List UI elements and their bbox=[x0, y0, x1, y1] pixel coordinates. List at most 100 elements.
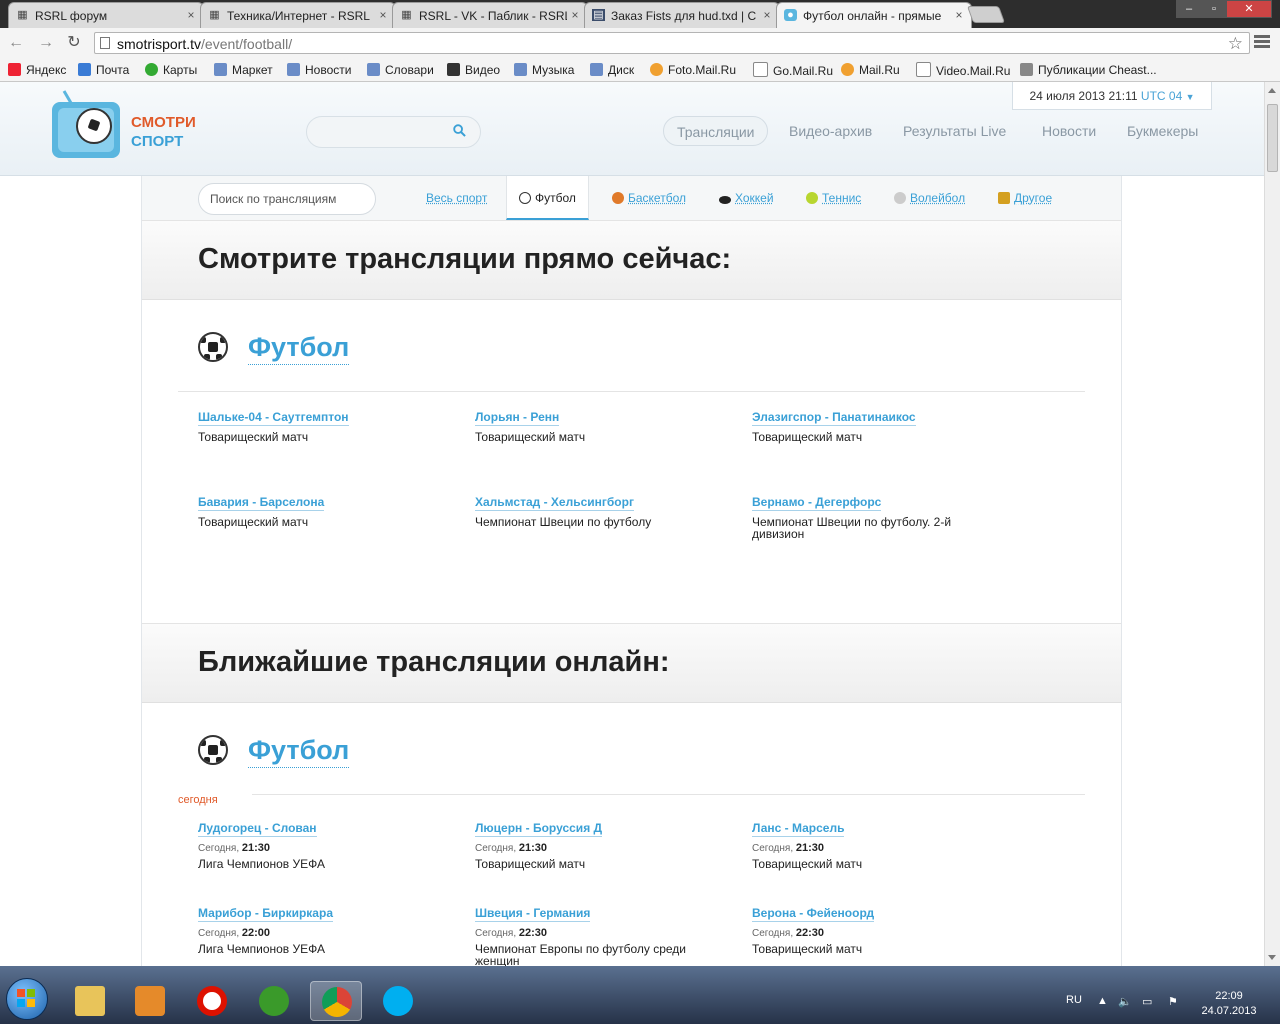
mail-icon bbox=[78, 63, 91, 76]
match-link[interactable]: Вернамо - Дегерфорс bbox=[752, 495, 882, 511]
browser-tab[interactable]: ▦ RSRL - VK - Паблик - RSRL × bbox=[392, 2, 588, 28]
new-tab-button[interactable] bbox=[966, 6, 1006, 23]
page-favicon-icon: ▦ bbox=[401, 9, 412, 21]
match-link[interactable]: Шальке-04 - Саутгемптон bbox=[198, 410, 349, 426]
filter-basketball[interactable]: Баскетбол bbox=[612, 191, 686, 205]
antenna bbox=[62, 90, 73, 104]
nav-live-results[interactable]: Результаты Live bbox=[903, 116, 1006, 146]
bookmark-video[interactable]: Видео bbox=[447, 62, 500, 78]
filter-tennis[interactable]: Теннис bbox=[806, 191, 861, 205]
chrome-menu-icon[interactable] bbox=[1254, 33, 1270, 51]
broadcast-search-input[interactable]: Поиск по трансляциям bbox=[198, 183, 376, 215]
taskbar-explorer[interactable] bbox=[64, 981, 116, 1021]
match-time: Сегодня, 21:30 bbox=[475, 842, 705, 855]
match-link[interactable]: Швеция - Германия bbox=[475, 906, 591, 922]
bookmark-mail-ru[interactable]: Mail.Ru bbox=[841, 62, 900, 78]
minimize-window-button[interactable]: – bbox=[1176, 0, 1202, 18]
forward-icon[interactable]: → bbox=[36, 33, 56, 53]
bookmark-mail[interactable]: Почта bbox=[78, 62, 129, 78]
url-text[interactable]: smotrisport.tv/event/football/ bbox=[117, 36, 292, 52]
match-tournament: Чемпионат Швеции по футболу. 2-й дивизио… bbox=[752, 515, 952, 541]
filter-all-sports[interactable]: Весь спорт bbox=[426, 191, 487, 205]
close-tab-icon[interactable]: × bbox=[953, 8, 965, 22]
live-sport-link[interactable]: Футбол bbox=[248, 330, 350, 365]
scrollbar-thumb[interactable] bbox=[1267, 104, 1278, 172]
back-icon[interactable]: ← bbox=[6, 33, 26, 53]
close-tab-icon[interactable]: × bbox=[377, 8, 389, 22]
scroll-up-icon[interactable] bbox=[1268, 88, 1276, 93]
match-link[interactable]: Марибор - Биркиркара bbox=[198, 906, 333, 922]
timezone-selector[interactable]: 24 июля 2013 21:11 UTC 04 ▼ bbox=[1012, 82, 1212, 110]
address-bar[interactable]: smotrisport.tv/event/football/ ☆ bbox=[94, 32, 1250, 54]
match-link[interactable]: Бавария - Барселона bbox=[198, 495, 325, 511]
browser-tab[interactable]: ▦ RSRL форум × bbox=[8, 2, 204, 28]
football-icon bbox=[519, 192, 531, 204]
action-center-flag-icon[interactable]: ⚑ bbox=[1168, 995, 1178, 1008]
bookmark-news[interactable]: Новости bbox=[287, 62, 351, 78]
bookmark-yandex[interactable]: Яндекс bbox=[8, 62, 66, 78]
filter-other[interactable]: Другое bbox=[998, 191, 1052, 205]
logo-text-bottom[interactable]: СПОРТ bbox=[131, 133, 183, 151]
match-link[interactable]: Ланс - Марсель bbox=[752, 821, 845, 837]
bookmark-dictionaries[interactable]: Словари bbox=[367, 62, 434, 78]
match-link[interactable]: Элазигспор - Панатинаикос bbox=[752, 410, 916, 426]
taskbar-opera[interactable] bbox=[186, 981, 238, 1021]
upcoming-heading: Ближайшие трансляции онлайн: bbox=[198, 646, 670, 678]
bookmark-cheast[interactable]: Публикации Cheast... bbox=[1020, 62, 1157, 78]
close-tab-icon[interactable]: × bbox=[185, 8, 197, 22]
nav-broadcasts[interactable]: Трансляции bbox=[663, 116, 769, 146]
tv-logo-icon[interactable] bbox=[52, 90, 120, 158]
nav-video-archive[interactable]: Видео-архив bbox=[789, 116, 872, 146]
volume-icon[interactable]: 🔈 bbox=[1118, 995, 1132, 1008]
search-icon[interactable] bbox=[453, 124, 466, 137]
network-icon[interactable]: ▭ bbox=[1142, 995, 1152, 1008]
match-tournament: Чемпионат Швеции по футболу bbox=[475, 515, 652, 529]
site-search-input[interactable] bbox=[306, 116, 481, 148]
bookmark-market[interactable]: Маркет bbox=[214, 62, 273, 78]
bookmark-disk[interactable]: Диск bbox=[590, 62, 634, 78]
bookmark-foto-mail[interactable]: Foto.Mail.Ru bbox=[650, 62, 736, 78]
upcoming-sport-link[interactable]: Футбол bbox=[248, 733, 350, 768]
browser-tab[interactable]: ▤ Заказ Fists для hud.txd | C × bbox=[584, 2, 780, 28]
page-scrollbar[interactable] bbox=[1264, 82, 1280, 966]
filter-hockey[interactable]: Хоккей bbox=[719, 191, 774, 205]
reload-icon[interactable]: ↻ bbox=[64, 33, 84, 53]
bookmark-music[interactable]: Музыка bbox=[514, 62, 574, 78]
match-time: Сегодня, 22:00 bbox=[198, 927, 428, 940]
language-indicator[interactable]: RU bbox=[1066, 994, 1082, 1006]
match-link[interactable]: Люцерн - Боруссия Д bbox=[475, 821, 603, 837]
browser-tab[interactable]: ▦ Техника/Интернет - RSRL × bbox=[200, 2, 396, 28]
close-window-button[interactable]: ✕ bbox=[1226, 0, 1272, 18]
start-button[interactable] bbox=[6, 978, 48, 1020]
match-tournament: Товарищеский матч bbox=[752, 942, 863, 956]
logo-text-top[interactable]: СМОТРИ bbox=[131, 114, 196, 132]
live-match: Элазигспор - Панатинаикос Товарищеский м… bbox=[752, 410, 982, 443]
browser-tab-active[interactable]: ● Футбол онлайн - прямые × bbox=[776, 2, 972, 28]
match-link[interactable]: Хальмстад - Хельсингборг bbox=[475, 495, 634, 511]
bookmark-video-mail[interactable]: Video.Mail.Ru bbox=[916, 62, 1010, 78]
taskbar-chrome[interactable] bbox=[310, 981, 362, 1021]
match-link[interactable]: Лорьян - Ренн bbox=[475, 410, 560, 426]
filter-football[interactable]: Футбол bbox=[506, 176, 589, 220]
current-datetime: 24 июля 2013 21:11 bbox=[1029, 89, 1138, 103]
taskbar-skype[interactable] bbox=[372, 981, 424, 1021]
trophy-icon bbox=[998, 192, 1010, 204]
match-link[interactable]: Лудогорец - Слован bbox=[198, 821, 317, 837]
match-tournament: Товарищеский матч bbox=[475, 430, 586, 444]
scroll-down-icon[interactable] bbox=[1268, 955, 1276, 960]
maximize-window-button[interactable]: ▫ bbox=[1202, 0, 1226, 18]
taskbar-utorrent[interactable] bbox=[248, 981, 300, 1021]
bookmark-label: Яндекс bbox=[26, 63, 67, 77]
close-tab-icon[interactable]: × bbox=[569, 8, 581, 22]
match-link[interactable]: Верона - Фейеноорд bbox=[752, 906, 875, 922]
bookmark-go-mail[interactable]: Go.Mail.Ru bbox=[753, 62, 833, 78]
show-hidden-icons-icon[interactable]: ▲ bbox=[1097, 995, 1108, 1007]
system-clock[interactable]: 22:09 24.07.2013 bbox=[1196, 989, 1262, 1019]
bookmark-star-icon[interactable]: ☆ bbox=[1228, 34, 1243, 54]
nav-news[interactable]: Новости bbox=[1042, 116, 1096, 146]
filter-volleyball[interactable]: Волейбол bbox=[894, 191, 965, 205]
nav-bookmakers[interactable]: Букмекеры bbox=[1127, 116, 1198, 146]
bookmark-maps[interactable]: Карты bbox=[145, 62, 197, 78]
taskbar-media-player[interactable] bbox=[124, 981, 176, 1021]
close-tab-icon[interactable]: × bbox=[761, 8, 773, 22]
